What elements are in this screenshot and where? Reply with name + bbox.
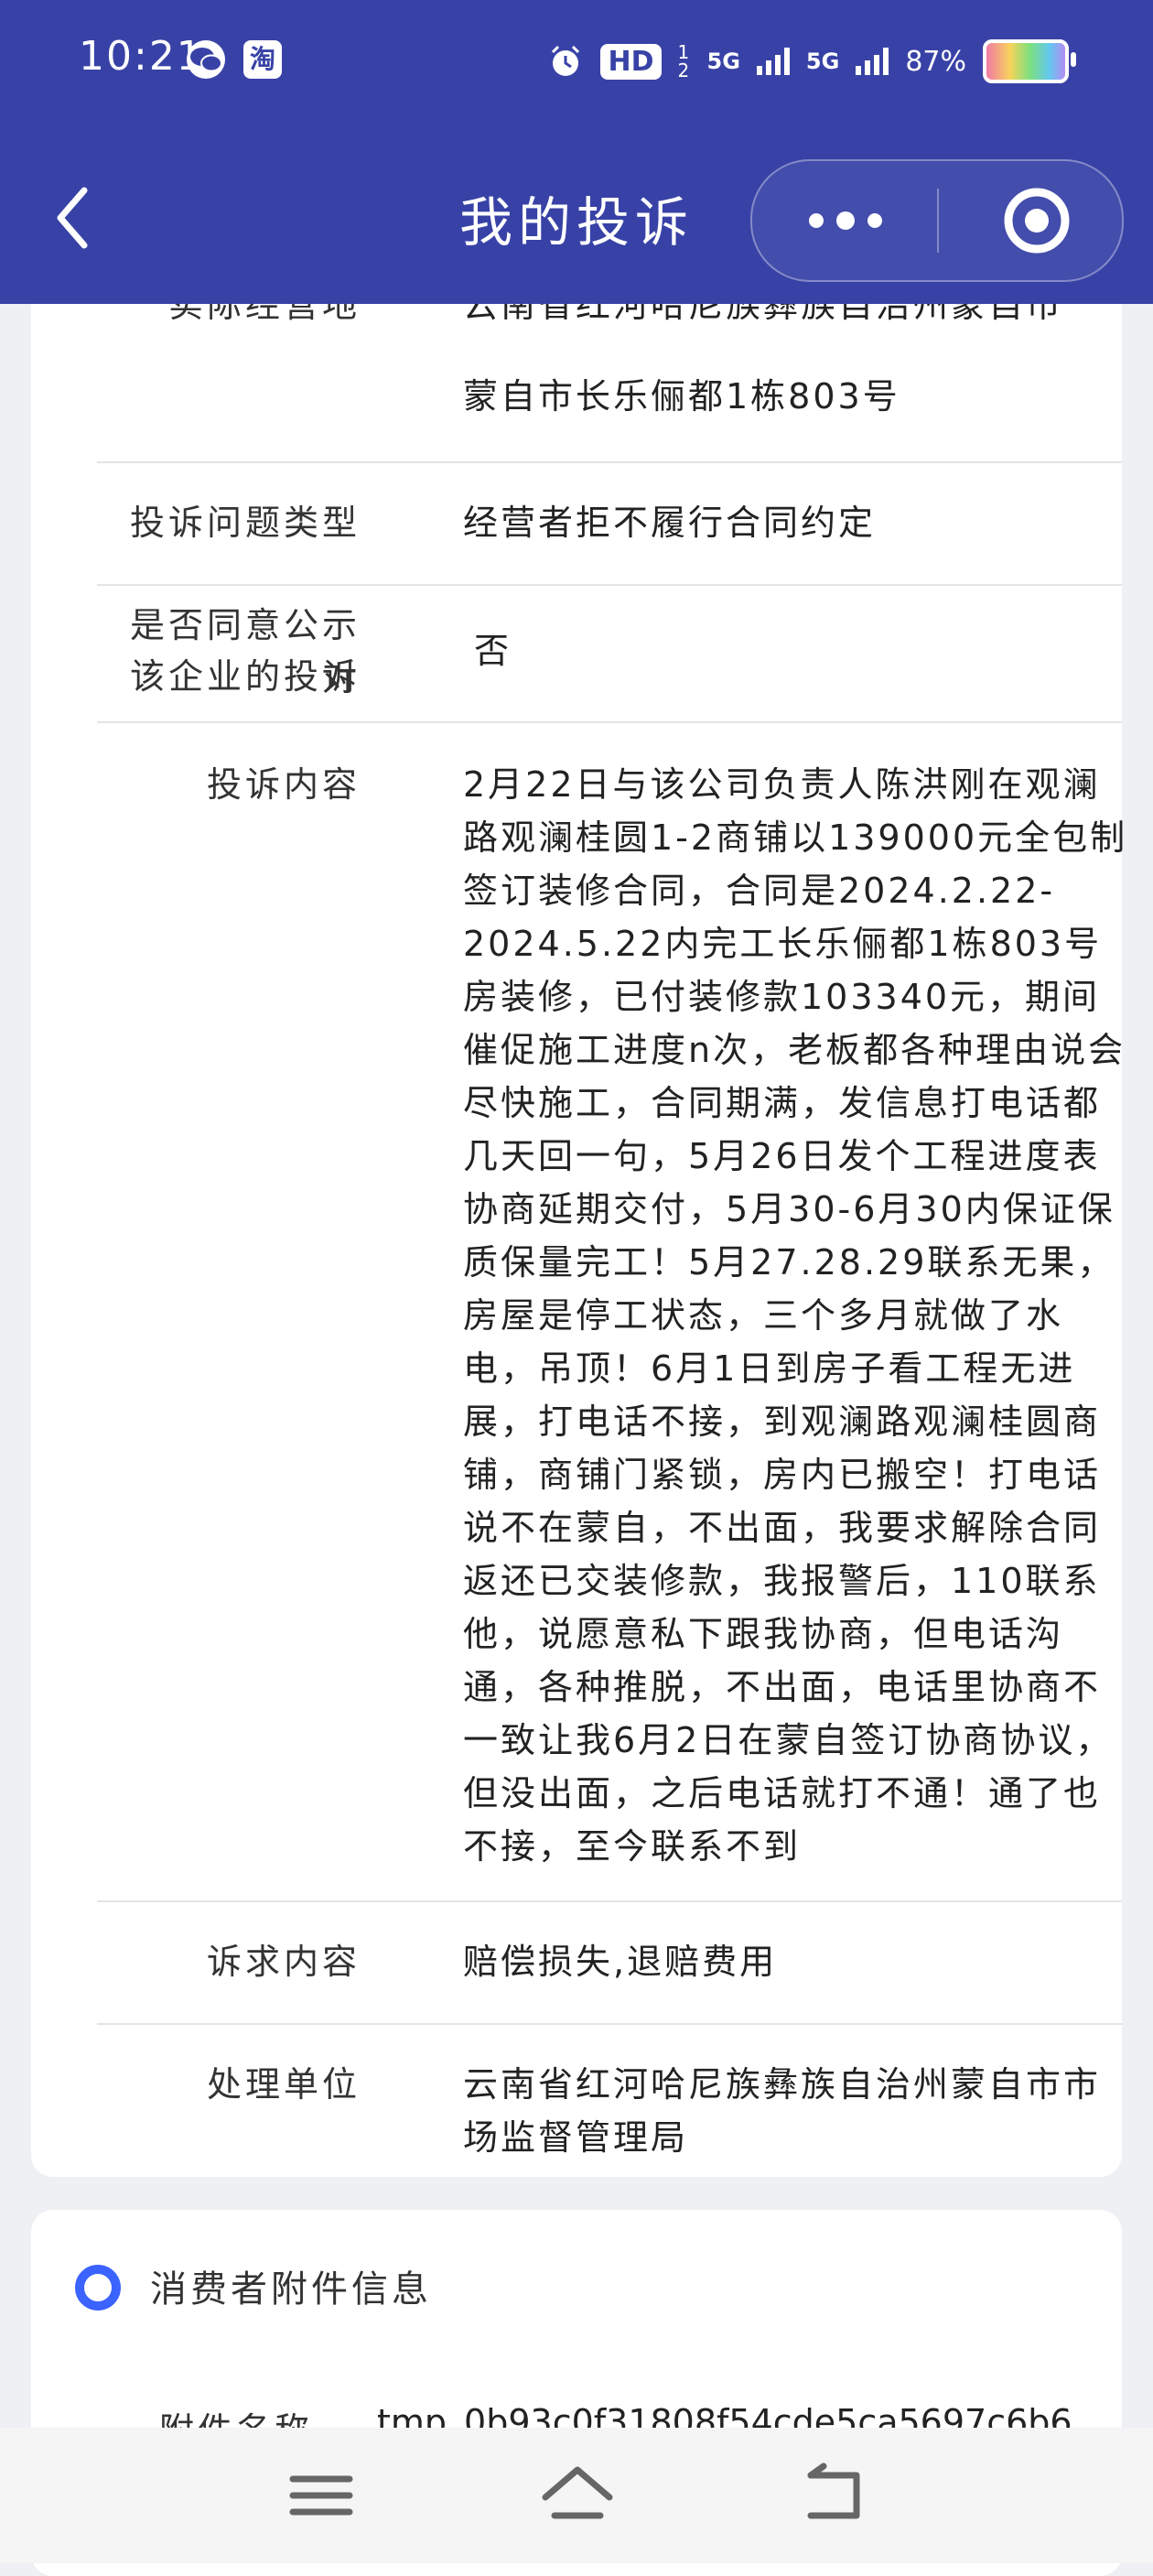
section-title: 消费者附件信息 bbox=[150, 2268, 432, 2311]
capsule-divider bbox=[937, 189, 939, 253]
hd-badge: HD bbox=[600, 43, 662, 80]
menu-icon bbox=[289, 2475, 353, 2516]
alarm-icon bbox=[552, 45, 580, 76]
menu-button[interactable] bbox=[280, 2461, 362, 2530]
detail-value: 云南省红河哈尼族彝族自治州蒙自市市场监督管理局 bbox=[463, 2064, 1102, 2158]
detail-value: 赔偿损失,退赔费用 bbox=[463, 1942, 778, 1982]
detail-label: 处理单位 bbox=[206, 2064, 361, 2105]
close-program-button[interactable] bbox=[1003, 187, 1071, 254]
mini-program-capsule bbox=[750, 159, 1124, 282]
detail-value: 经营者拒不履行合同约定 bbox=[463, 503, 877, 543]
complaint-details-card: 实际经营地 云南省红河哈尼族彝族自治州蒙自市 蒙自市长乐俪都1栋803号 投诉问… bbox=[31, 275, 1125, 2177]
more-dots-icon bbox=[809, 213, 824, 228]
battery-percent: 87% bbox=[905, 45, 966, 78]
home-icon bbox=[542, 2466, 613, 2519]
detail-label: 诉求内容 bbox=[206, 1942, 361, 1982]
detail-label: 投诉问题类型 bbox=[129, 503, 361, 543]
back-arrow-icon bbox=[807, 2462, 860, 2519]
target-icon bbox=[1004, 188, 1070, 254]
section-circle-icon bbox=[75, 2265, 121, 2311]
back-nav-button[interactable] bbox=[792, 2461, 875, 2530]
detail-label-line2: 该企业的投诉 bbox=[129, 656, 361, 697]
hd-sub: 1 2 bbox=[677, 41, 690, 81]
status-time: 10:21 bbox=[79, 33, 204, 80]
detail-value-line2: 蒙自市长乐俪都1栋803号 bbox=[463, 376, 900, 417]
detail-row-content: 投诉内容 2月22日与该公司负责人陈洪刚在观澜路观澜桂圆1-2商铺以139000… bbox=[97, 721, 1125, 1902]
app-header: 10:21 淘 HD 1 2 5G 5G 87% 我的投诉 bbox=[0, 0, 1153, 304]
detail-label: 投诉内容 bbox=[206, 764, 361, 805]
wechat-icon bbox=[187, 40, 225, 79]
home-button[interactable] bbox=[536, 2461, 619, 2530]
battery-icon bbox=[983, 39, 1076, 83]
status-bar: 10:21 淘 HD 1 2 5G 5G 87% bbox=[0, 0, 1153, 124]
signal-icon bbox=[756, 48, 790, 75]
complaint-content-text: 2月22日与该公司负责人陈洪刚在观澜路观澜桂圆1-2商铺以139000元全包制签… bbox=[463, 764, 1128, 1867]
network-label-2: 5G bbox=[805, 49, 840, 74]
network-label-1: 5G bbox=[706, 49, 740, 74]
more-button[interactable] bbox=[752, 161, 935, 280]
detail-value: 否 bbox=[474, 631, 512, 671]
detail-row-handler: 处理单位 云南省红河哈尼族彝族自治州蒙自市市场监督管理局 bbox=[97, 2023, 1122, 2177]
signal-icon-2 bbox=[856, 48, 889, 75]
detail-row-demand: 诉求内容 赔偿损失,退赔费用 bbox=[97, 1900, 1122, 2025]
detail-row-public: 是否同意公示对 该企业的投诉 否 bbox=[97, 584, 1122, 723]
detail-row-type: 投诉问题类型 经营者拒不履行合同约定 bbox=[97, 461, 1122, 586]
system-nav-bar bbox=[0, 2428, 1153, 2563]
taobao-icon: 淘 bbox=[243, 40, 282, 79]
status-right: HD 1 2 5G 5G 87% bbox=[547, 37, 1076, 86]
